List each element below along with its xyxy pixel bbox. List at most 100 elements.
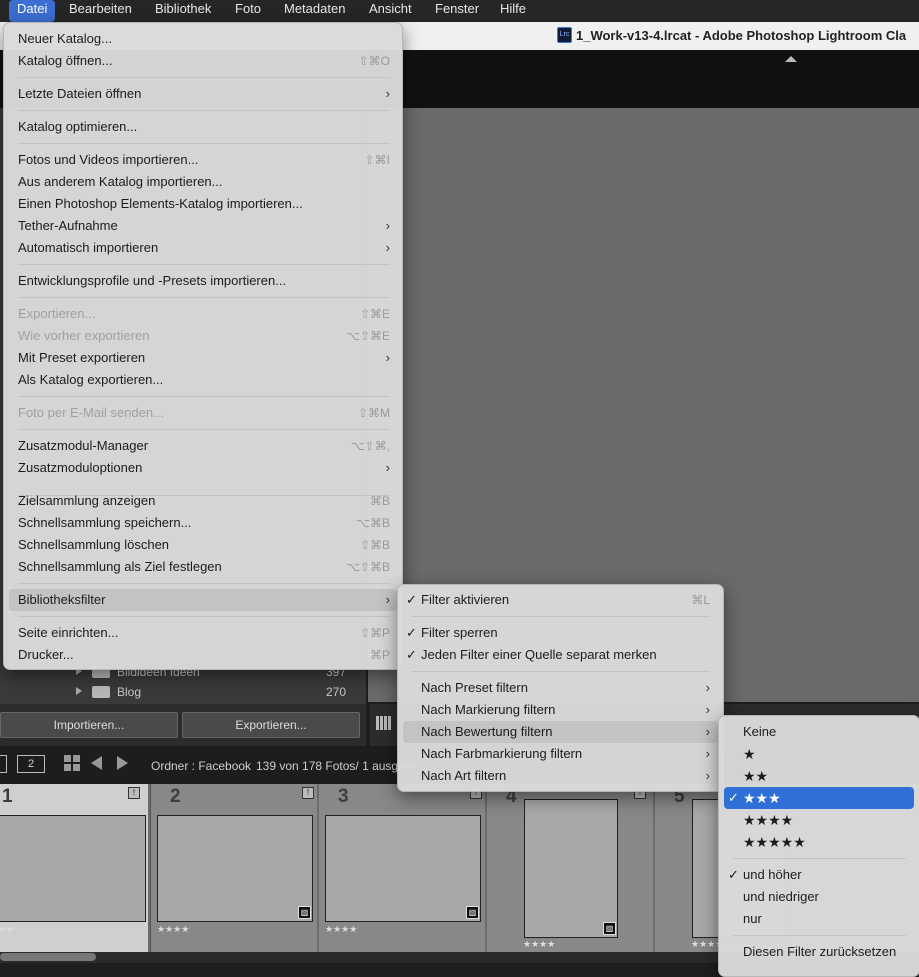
forward-arrow-icon[interactable]	[117, 756, 128, 770]
photo-count: 139 von 178 Fotos/ 1 ausgew	[256, 759, 414, 773]
menu-bearbeiten[interactable]: Bearbeiten	[61, 0, 140, 22]
collapse-top-panel-icon[interactable]	[785, 56, 797, 62]
menu-item-nach-farbmarkierung-filtern[interactable]: Nach Farbmarkierung filtern ›	[421, 743, 710, 765]
source-label[interactable]: Ordner : Facebook	[151, 759, 251, 773]
menu-item-aus-anderem-katalog-importieren[interactable]: Aus anderem Katalog importieren...	[18, 171, 390, 193]
import-button[interactable]: Importieren...	[0, 712, 178, 738]
thumbnail[interactable]	[524, 799, 618, 938]
menu-item-katalog-optimieren[interactable]: Katalog optimieren...	[18, 116, 390, 138]
rating-stars[interactable]: ★★★★	[523, 939, 555, 950]
shortcut-label: ⌥⇧⌘,	[350, 439, 390, 453]
menu-ansicht[interactable]: Ansicht	[361, 0, 420, 22]
rating-option-one-star[interactable]: ★	[743, 743, 908, 765]
rating-option-four-stars[interactable]: ★★★★	[743, 809, 908, 831]
cell-number: 3	[338, 786, 349, 807]
window-2-button[interactable]: 2	[17, 755, 45, 773]
folder-count: 270	[325, 685, 346, 699]
menu-item-mit-preset-exportieren[interactable]: Mit Preset exportieren ›	[18, 347, 390, 369]
grid-view-icon[interactable]	[376, 716, 392, 730]
thumbnail[interactable]	[157, 815, 313, 922]
rating-option-und-hoeher[interactable]: ✓ und höher	[728, 864, 908, 886]
grid-icon[interactable]	[64, 755, 80, 771]
menu-metadaten[interactable]: Metadaten	[276, 0, 353, 22]
menu-item-nach-bewertung-filtern[interactable]: Nach Bewertung filtern ›	[421, 721, 710, 743]
shortcut-label: ⌘P	[369, 648, 390, 662]
menu-bibliothek[interactable]: Bibliothek	[147, 0, 219, 22]
filmstrip-cell[interactable]: 4 ! ▨ ★★★★	[487, 784, 655, 952]
rating-stars[interactable]: ★★★★	[157, 924, 189, 935]
menu-item-jeden-filter-einer-quelle-separat-merken[interactable]: ✓ Jeden Filter einer Quelle separat merke…	[406, 644, 710, 666]
menu-item-label: Als Katalog exportieren...	[18, 372, 164, 387]
chevron-right-icon: ›	[385, 86, 390, 101]
rating-option-three-stars[interactable]: ✓ ★★★	[728, 787, 908, 809]
flag-icon[interactable]: !	[128, 787, 140, 799]
menu-item-zusatzmodul-manager[interactable]: Zusatzmodul-Manager ⌥⇧⌘,	[18, 435, 390, 457]
rating-option-reset-filter[interactable]: Diesen Filter zurücksetzen	[743, 941, 908, 963]
menu-item-nach-markierung-filtern[interactable]: Nach Markierung filtern ›	[421, 699, 710, 721]
export-button[interactable]: Exportieren...	[182, 712, 360, 738]
rating-option-five-stars[interactable]: ★★★★★	[743, 831, 908, 853]
folder-icon	[92, 686, 110, 698]
menu-item-drucker[interactable]: Drucker... ⌘P	[18, 644, 390, 666]
menu-item-label: ★★★★	[743, 812, 794, 828]
chevron-right-icon: ›	[705, 768, 710, 783]
menu-item-foto-per-e-mail-senden: Foto per E-Mail senden... ⇧⌘M	[18, 402, 390, 424]
flag-icon[interactable]: !	[302, 787, 314, 799]
menu-item-entwicklungsprofile-und-presets-importieren[interactable]: Entwicklungsprofile und -Presets importi…	[18, 270, 390, 292]
menu-item-schnellsammlung-als-ziel-festlegen[interactable]: Schnellsammlung als Ziel festlegen ⌥⇧⌘B	[18, 556, 390, 578]
menu-foto[interactable]: Foto	[227, 0, 269, 22]
filmstrip-cell[interactable]: 2 ! ▨ ★★★★	[151, 784, 319, 952]
shortcut-label: ⇧⌘I	[364, 153, 390, 167]
folder-row[interactable]: Blog 270	[0, 682, 366, 702]
menu-item-filter-sperren[interactable]: ✓ Filter sperren	[406, 622, 710, 644]
checkmark-icon: ✓	[406, 625, 417, 640]
menu-item-bibliotheksfilter[interactable]: Bibliotheksfilter ›	[18, 589, 390, 611]
menu-item-nach-art-filtern[interactable]: Nach Art filtern ›	[421, 765, 710, 787]
folder-name: Blog	[117, 685, 142, 699]
metadata-badge-icon: ▨	[603, 922, 616, 935]
rating-option-nur[interactable]: nur	[743, 908, 908, 930]
chevron-right-icon: ›	[385, 350, 390, 365]
rating-stars[interactable]: ★★	[0, 924, 14, 935]
menu-fenster[interactable]: Fenster	[427, 0, 487, 22]
scrollbar-thumb[interactable]	[0, 953, 96, 961]
menu-separator	[18, 77, 390, 78]
menu-item-fotos-und-videos-importieren[interactable]: Fotos und Videos importieren... ⇧⌘I	[18, 149, 390, 171]
menu-item-zielsammlung-anzeigen[interactable]: Zielsammlung anzeigen ⌘B	[18, 490, 390, 512]
menu-datei[interactable]: Datei	[9, 0, 56, 22]
menu-item-nach-preset-filtern[interactable]: Nach Preset filtern ›	[421, 677, 710, 699]
thumbnail[interactable]	[0, 815, 146, 922]
menu-separator	[18, 110, 390, 111]
menu-item-zusatzmoduloptionen[interactable]: Zusatzmoduloptionen ›	[18, 457, 390, 479]
menu-item-neuer-katalog[interactable]: Neuer Katalog...	[18, 28, 390, 50]
rating-option-keine[interactable]: Keine	[743, 721, 908, 743]
menu-item-einen-photoshop-elements-katalog-importieren[interactable]: Einen Photoshop Elements-Katalog importi…	[18, 193, 390, 215]
menu-item-schnellsammlung-speichern[interactable]: Schnellsammlung speichern... ⌥⌘B	[18, 512, 390, 534]
menu-item-tether-aufnahme[interactable]: Tether-Aufnahme ›	[18, 215, 390, 237]
menu-item-katalog-öffnen[interactable]: Katalog öffnen... ⇧⌘O	[18, 50, 390, 72]
metadata-badge-icon: ▨	[466, 906, 479, 919]
thumbnail[interactable]	[325, 815, 481, 922]
rating-stars[interactable]: ★★★★	[325, 924, 357, 935]
menu-item-label: ★★	[743, 768, 769, 784]
library-filter-submenu: ✓ Filter aktivieren ⌘L ✓ Filter sperren ✓ Jede…	[397, 584, 724, 792]
filmstrip-cell[interactable]: 3 ! ▨ ★★★★	[319, 784, 487, 952]
menu-item-seite-einrichten[interactable]: Seite einrichten... ⇧⌘P	[18, 622, 390, 644]
back-arrow-icon[interactable]	[91, 756, 102, 770]
filmstrip-cell[interactable]: 1 ! ★★	[0, 784, 150, 952]
window-1-icon[interactable]	[0, 755, 7, 773]
menu-item-filter-aktivieren[interactable]: ✓ Filter aktivieren ⌘L	[406, 589, 710, 611]
disclosure-triangle-icon[interactable]	[76, 687, 82, 695]
menu-item-letzte-dateien-öffnen[interactable]: Letzte Dateien öffnen ›	[18, 83, 390, 105]
menu-separator	[733, 935, 906, 936]
lightroom-app-icon: Lrc	[557, 27, 572, 43]
chevron-right-icon: ›	[385, 592, 390, 607]
menu-item-schnellsammlung-löschen[interactable]: Schnellsammlung löschen ⇧⌘B	[18, 534, 390, 556]
menu-hilfe[interactable]: Hilfe	[492, 0, 534, 22]
menu-item-label: Mit Preset exportieren	[18, 350, 146, 365]
rating-option-two-stars[interactable]: ★★	[743, 765, 908, 787]
rating-option-und-niedriger[interactable]: und niedriger	[743, 886, 908, 908]
shortcut-label: ⇧⌘B	[359, 538, 390, 552]
menu-item-automatisch-importieren[interactable]: Automatisch importieren ›	[18, 237, 390, 259]
menu-item-als-katalog-exportieren[interactable]: Als Katalog exportieren...	[18, 369, 390, 391]
